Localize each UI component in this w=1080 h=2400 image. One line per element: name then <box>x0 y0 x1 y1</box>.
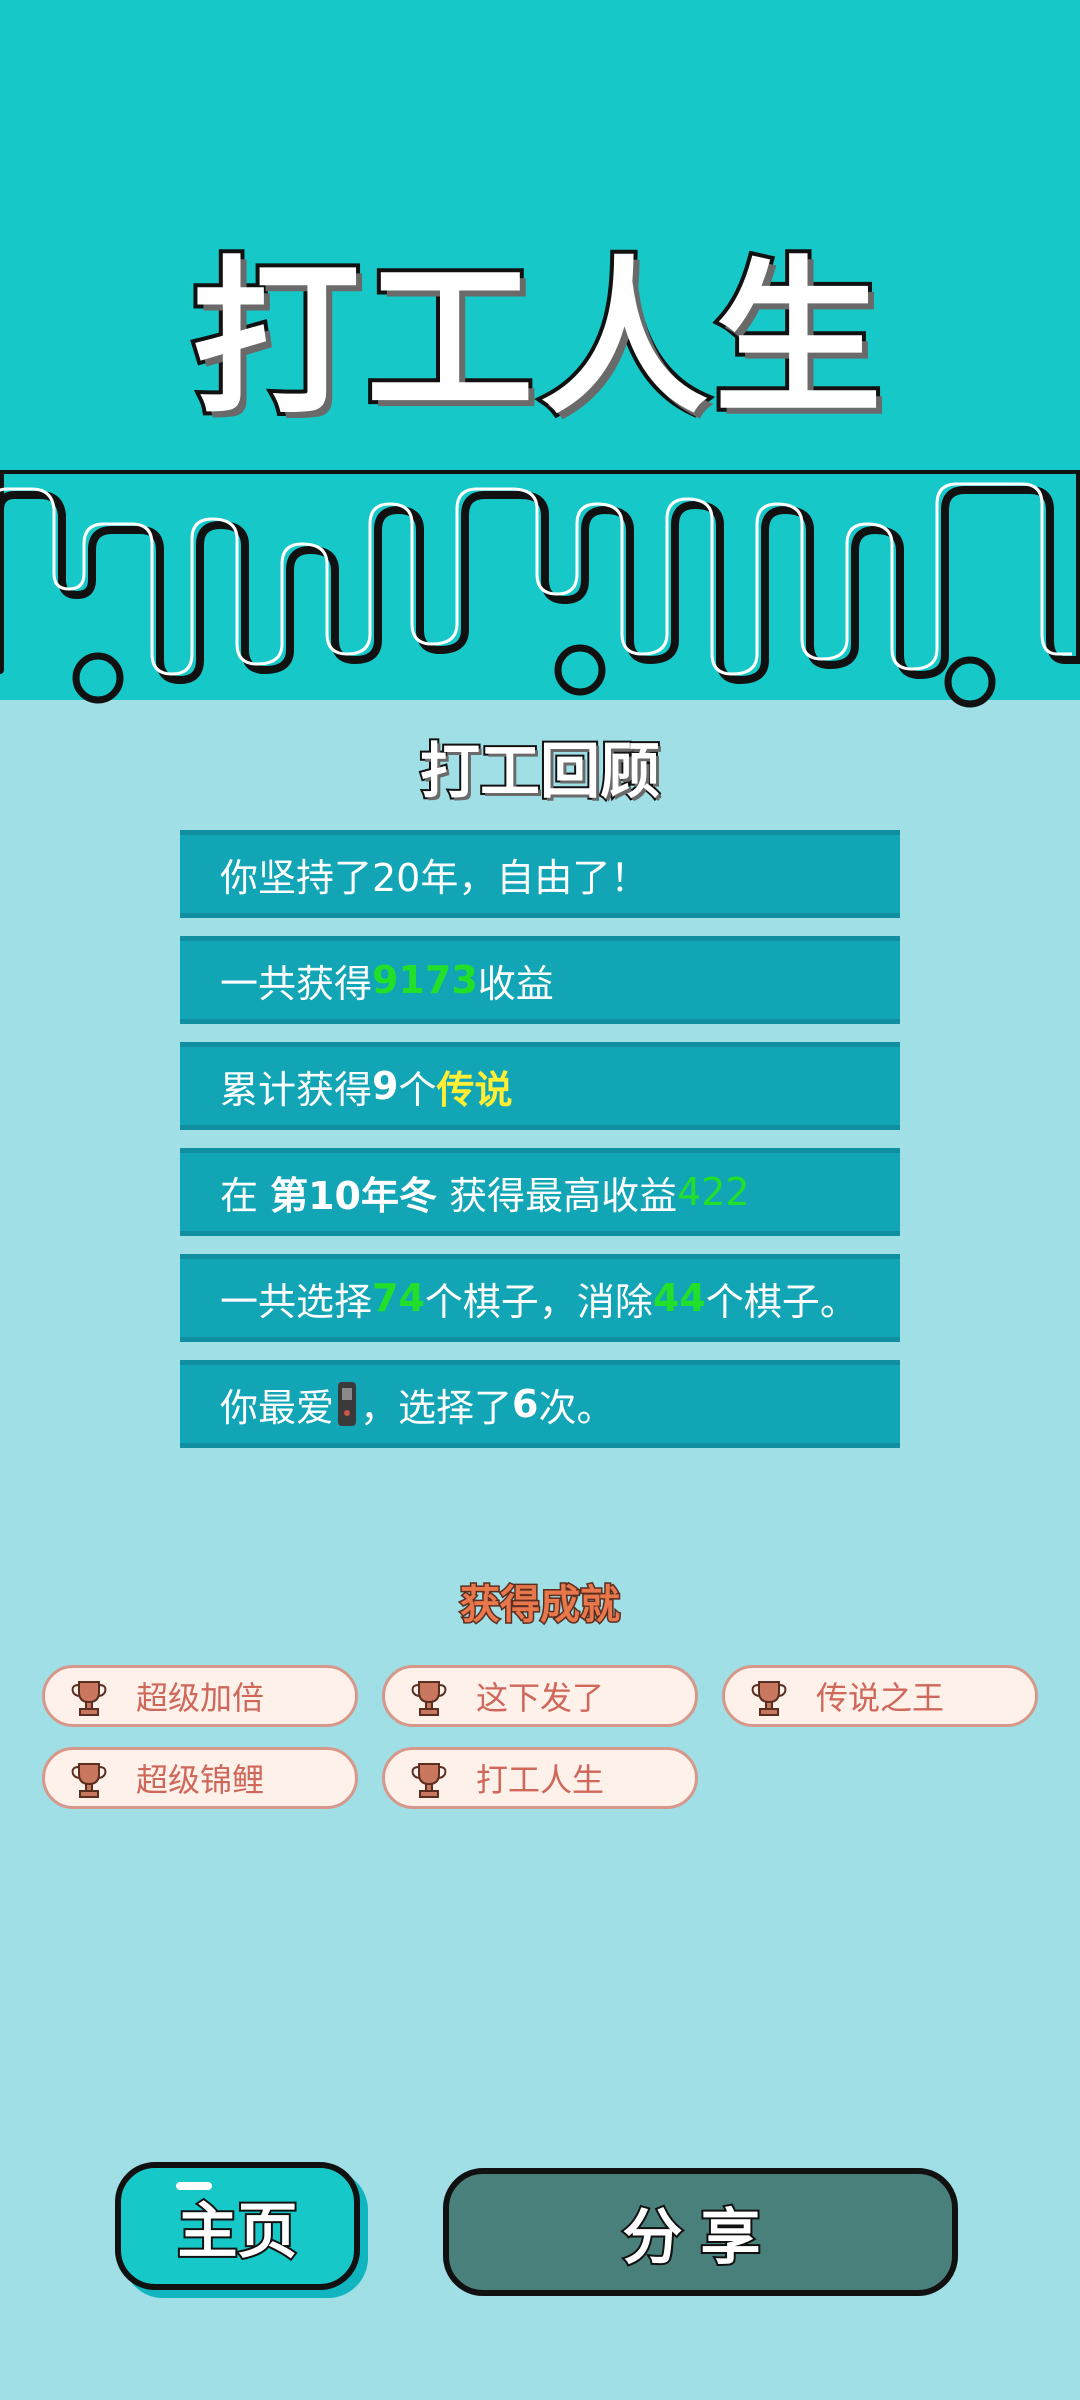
trophy-icon <box>411 1763 447 1798</box>
income-value: 9173 <box>372 958 478 1002</box>
legends-mid: 个 <box>398 1067 437 1112</box>
income-prefix: 一共获得 <box>220 961 373 1006</box>
trophy-icon <box>71 1681 107 1716</box>
achievement-badge: 超级锦鲤 <box>42 1747 358 1809</box>
favorite-prefix: 你最爱 <box>220 1385 335 1430</box>
trophy-icon <box>751 1681 787 1716</box>
pieces-mid: 个棋子，消除 <box>424 1279 653 1324</box>
season-prefix: 在 <box>220 1173 271 1218</box>
pieces-chosen: 74 <box>372 1276 425 1320</box>
achievement-label: 这下发了 <box>475 1679 604 1717</box>
trophy-icon <box>71 1763 107 1798</box>
review-row-best-season: 在 第10年冬 获得最高收益 422 <box>180 1148 900 1236</box>
share-button[interactable]: 分享 <box>443 2168 958 2296</box>
season-name: 第10年冬 <box>270 1173 437 1218</box>
review-title: 打工回顾 <box>418 737 662 807</box>
achievement-badge: 这下发了 <box>382 1665 698 1727</box>
review-row-legends: 累计获得 9 个传说 <box>180 1042 900 1130</box>
drip-decoration <box>0 470 1080 708</box>
pieces-suffix: 个棋子。 <box>705 1279 858 1324</box>
achievement-badge: 超级加倍 <box>42 1665 358 1727</box>
legends-count: 9 <box>372 1064 399 1108</box>
favorite-mid: ，选择了 <box>360 1385 513 1430</box>
review-row-favorite: 你最爱 ，选择了 6 次。 <box>180 1360 900 1448</box>
review-row-years: 你坚持了20年，自由了！ <box>180 830 900 918</box>
achievement-label: 传说之王 <box>815 1679 944 1717</box>
achievements-title: 获得成就 <box>459 1582 622 1628</box>
phone-icon <box>338 1382 357 1426</box>
review-row-income: 一共获得 9173 收益 <box>180 936 900 1024</box>
app-title: 打工人生 <box>188 241 888 437</box>
season-mid: 获得最高收益 <box>436 1173 678 1218</box>
review-list: 你坚持了20年，自由了！ 一共获得 9173 收益 累计获得 9 个传说 在 第10年冬… <box>180 830 900 1466</box>
home-button[interactable]: 主页 <box>115 2162 360 2290</box>
legends-prefix: 累计获得 <box>220 1067 373 1112</box>
pieces-removed: 44 <box>652 1276 706 1320</box>
review-row-pieces: 一共选择 74 个棋子，消除 44 个棋子。 <box>180 1254 900 1342</box>
review-row-text: 你坚持了20年，自由了！ <box>220 855 649 900</box>
legends-rarity: 传说 <box>436 1067 513 1112</box>
achievement-label: 打工人生 <box>475 1761 604 1799</box>
season-value: 422 <box>677 1170 750 1214</box>
achievement-badge: 传说之王 <box>722 1665 1038 1727</box>
income-suffix: 收益 <box>477 961 554 1006</box>
achievement-label: 超级锦鲤 <box>135 1761 264 1799</box>
favorite-suffix: 次。 <box>538 1385 615 1430</box>
achievement-label: 超级加倍 <box>135 1679 264 1717</box>
trophy-icon <box>411 1681 447 1716</box>
achievement-badge: 打工人生 <box>382 1747 698 1809</box>
pieces-prefix: 一共选择 <box>220 1279 373 1324</box>
favorite-count: 6 <box>512 1382 539 1426</box>
